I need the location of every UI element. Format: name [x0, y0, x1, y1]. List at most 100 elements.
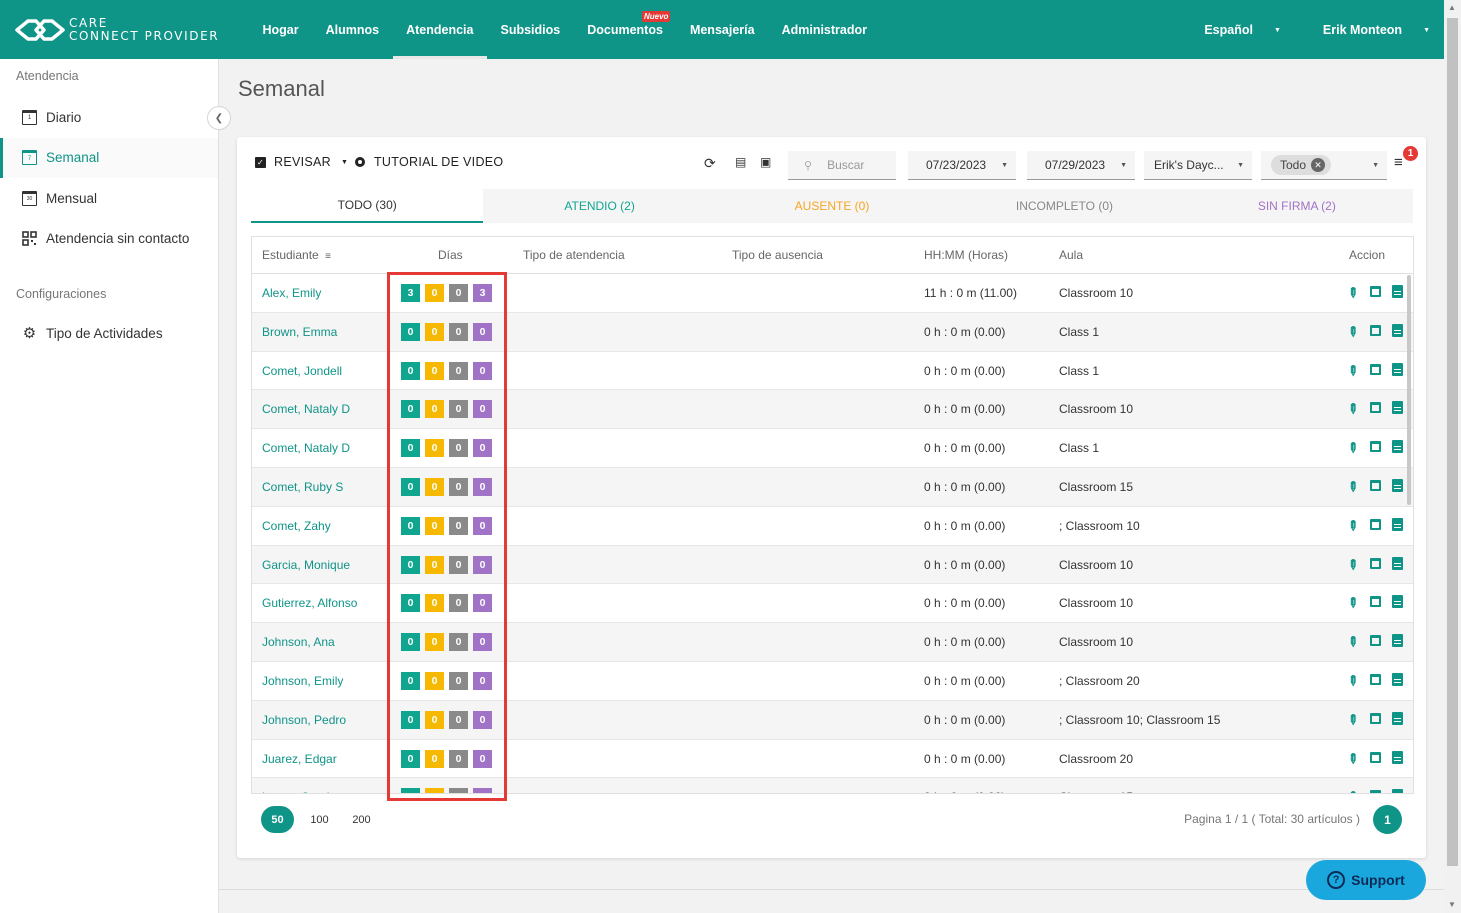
- tab-incompleto[interactable]: INCOMPLETO (0): [948, 189, 1180, 223]
- calendar-icon[interactable]: [1370, 712, 1381, 724]
- calendar-icon[interactable]: [1370, 557, 1381, 569]
- student-name-link[interactable]: Comet, Nataly D: [262, 402, 350, 416]
- student-name-link[interactable]: Comet, Zahy: [262, 519, 331, 533]
- sidebar-item-tipo-actividades[interactable]: ⚙ Tipo de Actividades: [0, 313, 218, 354]
- export-pdf-icon[interactable]: ▣: [760, 155, 771, 169]
- edit-icon[interactable]: ✎: [1342, 632, 1363, 653]
- edit-icon[interactable]: ✎: [1342, 477, 1363, 498]
- student-name-link[interactable]: Johnson, Emily: [262, 674, 343, 688]
- calendar-icon[interactable]: [1370, 402, 1381, 414]
- document-icon[interactable]: [1392, 440, 1403, 454]
- edit-icon[interactable]: ✎: [1342, 516, 1363, 537]
- calendar-icon[interactable]: [1370, 596, 1381, 608]
- calendar-icon[interactable]: [1370, 324, 1381, 336]
- document-icon[interactable]: [1392, 595, 1403, 609]
- document-icon[interactable]: [1392, 672, 1403, 686]
- date-to-dropdown[interactable]: 07/29/2023 ▼: [1027, 151, 1135, 180]
- edit-icon[interactable]: ✎: [1342, 322, 1363, 343]
- scroll-down-icon[interactable]: ▼: [1448, 900, 1456, 909]
- nav-administrador[interactable]: Administrador: [768, 0, 880, 59]
- document-icon[interactable]: [1392, 478, 1403, 492]
- review-button[interactable]: ✓ REVISAR ▼: [255, 155, 348, 169]
- table-scrollbar[interactable]: [1407, 275, 1411, 505]
- sidebar-item-diario[interactable]: 1 Diario: [0, 97, 218, 138]
- document-icon[interactable]: [1392, 711, 1403, 725]
- close-icon[interactable]: ✕: [1311, 158, 1326, 172]
- student-name-link[interactable]: Johnson, Pedro: [262, 713, 346, 727]
- calendar-icon[interactable]: [1370, 790, 1381, 793]
- nav-atendencia[interactable]: Atendencia: [392, 0, 487, 59]
- student-name-link[interactable]: Comet, Jondell: [262, 364, 342, 378]
- center-dropdown[interactable]: Erik's Dayc... ▼: [1144, 151, 1252, 180]
- language-dropdown[interactable]: Español ▼: [1183, 23, 1281, 37]
- header-student[interactable]: Estudiante ≡: [262, 248, 331, 262]
- tab-ausente[interactable]: AUSENTE (0): [716, 189, 948, 223]
- edit-icon[interactable]: ✎: [1342, 787, 1363, 793]
- export-excel-icon[interactable]: ▤: [735, 155, 746, 169]
- document-icon[interactable]: [1392, 789, 1403, 793]
- student-name-link[interactable]: Alex, Emily: [262, 286, 321, 300]
- nav-hogar[interactable]: Hogar: [249, 0, 312, 59]
- edit-icon[interactable]: ✎: [1342, 593, 1363, 614]
- document-icon[interactable]: [1392, 362, 1403, 376]
- page-button-current[interactable]: 1: [1373, 805, 1402, 834]
- edit-icon[interactable]: ✎: [1342, 438, 1363, 459]
- document-icon[interactable]: [1392, 556, 1403, 570]
- document-icon[interactable]: [1392, 517, 1403, 531]
- nav-subsidios[interactable]: Subsidios: [487, 0, 574, 59]
- date-from-dropdown[interactable]: 07/23/2023 ▼: [908, 151, 1016, 180]
- user-dropdown[interactable]: Erik Monteon ▼: [1302, 23, 1430, 37]
- filter-chip[interactable]: Todo ✕: [1271, 155, 1332, 175]
- student-name-link[interactable]: Johnson, Ana: [262, 635, 335, 649]
- student-name-link[interactable]: Lopez, Sarah: [262, 790, 333, 793]
- sidebar-item-contactless[interactable]: Atendencia sin contacto: [0, 219, 218, 260]
- sort-icon[interactable]: ≡: [325, 251, 331, 262]
- edit-icon[interactable]: ✎: [1342, 554, 1363, 575]
- status-filter-dropdown[interactable]: Todo ✕ ▼: [1261, 151, 1387, 180]
- sidebar-item-semanal[interactable]: 7 Semanal: [0, 137, 218, 178]
- calendar-icon[interactable]: [1370, 673, 1381, 685]
- student-name-link[interactable]: Juarez, Edgar: [262, 752, 337, 766]
- student-name-link[interactable]: Garcia, Monique: [262, 558, 350, 572]
- nav-documentos[interactable]: Documentos Nuevo: [574, 0, 677, 59]
- page-size-50[interactable]: 50: [261, 806, 294, 833]
- student-name-link[interactable]: Comet, Ruby S: [262, 480, 343, 494]
- calendar-icon[interactable]: [1370, 441, 1381, 453]
- scrollbar-thumb[interactable]: [1447, 18, 1458, 866]
- document-icon[interactable]: [1392, 323, 1403, 337]
- support-button[interactable]: ? Support: [1306, 860, 1426, 900]
- page-scrollbar[interactable]: ▲ ▼: [1444, 0, 1461, 913]
- edit-icon[interactable]: ✎: [1342, 360, 1363, 381]
- edit-icon[interactable]: ✎: [1342, 710, 1363, 731]
- page-size-100[interactable]: 100: [303, 806, 336, 833]
- calendar-icon[interactable]: [1370, 635, 1381, 647]
- edit-icon[interactable]: ✎: [1342, 671, 1363, 692]
- document-icon[interactable]: [1392, 285, 1403, 298]
- search-input[interactable]: ⚲ Buscar: [788, 151, 896, 180]
- student-name-link[interactable]: Brown, Emma: [262, 325, 337, 339]
- nav-mensajeria[interactable]: Mensajería: [676, 0, 768, 59]
- calendar-icon[interactable]: [1370, 286, 1381, 297]
- document-icon[interactable]: [1392, 634, 1403, 648]
- calendar-icon[interactable]: [1370, 518, 1381, 530]
- calendar-icon[interactable]: [1370, 363, 1381, 375]
- tab-sin-firma[interactable]: SIN FIRMA (2): [1181, 189, 1413, 223]
- video-tutorial-button[interactable]: TUTORIAL DE VIDEO: [355, 155, 503, 169]
- edit-icon[interactable]: ✎: [1342, 283, 1363, 304]
- student-name-link[interactable]: Comet, Nataly D: [262, 441, 350, 455]
- sidebar-item-mensual[interactable]: 30 Mensual: [0, 178, 218, 219]
- calendar-icon[interactable]: [1370, 751, 1381, 763]
- page-size-200[interactable]: 200: [345, 806, 378, 833]
- filter-list-icon[interactable]: ≡: [1394, 154, 1403, 171]
- scroll-up-icon[interactable]: ▲: [1448, 3, 1456, 12]
- tab-atendio[interactable]: ATENDIO (2): [483, 189, 715, 223]
- brand-logo[interactable]: CARE CONNECT PROVIDER: [14, 16, 244, 43]
- document-icon[interactable]: [1392, 401, 1403, 415]
- document-icon[interactable]: [1392, 750, 1403, 764]
- student-name-link[interactable]: Gutierrez, Alfonso: [262, 596, 357, 610]
- tab-todo[interactable]: TODO (30): [251, 189, 484, 223]
- nav-alumnos[interactable]: Alumnos: [312, 0, 392, 59]
- collapse-sidebar-button[interactable]: ❮: [207, 106, 231, 130]
- calendar-icon[interactable]: [1370, 479, 1381, 491]
- edit-icon[interactable]: ✎: [1342, 748, 1363, 769]
